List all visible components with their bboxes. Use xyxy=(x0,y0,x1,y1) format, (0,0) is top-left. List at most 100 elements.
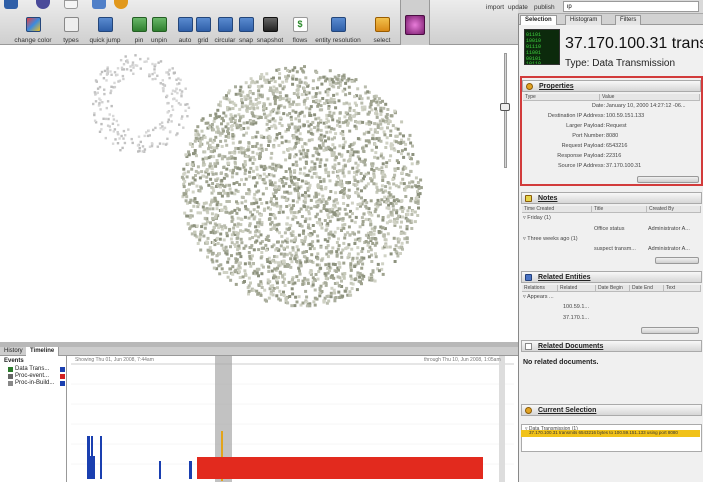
graph-node[interactable] xyxy=(311,154,315,158)
graph-node[interactable] xyxy=(235,211,239,215)
graph-node[interactable] xyxy=(336,281,339,285)
graph-node[interactable] xyxy=(369,248,373,252)
graph-node[interactable] xyxy=(248,175,252,179)
graph-node[interactable] xyxy=(381,262,385,266)
graph-node[interactable] xyxy=(308,234,312,238)
graph-node[interactable] xyxy=(285,98,289,102)
graph-node[interactable] xyxy=(233,208,237,212)
graph-node[interactable] xyxy=(344,111,348,115)
graph-node[interactable] xyxy=(317,270,321,274)
graph-node[interactable] xyxy=(275,90,279,94)
graph-node[interactable] xyxy=(325,130,329,134)
graph-node[interactable] xyxy=(282,176,286,180)
graph-node[interactable] xyxy=(350,277,354,281)
graph-node[interactable] xyxy=(315,147,319,151)
graph-node[interactable] xyxy=(137,150,140,153)
graph-node[interactable] xyxy=(198,144,202,148)
graph-node[interactable] xyxy=(119,149,122,152)
graph-node[interactable] xyxy=(367,249,370,253)
graph-node[interactable] xyxy=(168,76,171,80)
graph-node[interactable] xyxy=(324,139,327,143)
graph-node[interactable] xyxy=(334,191,338,195)
graph-node[interactable] xyxy=(234,188,238,192)
graph-node[interactable] xyxy=(345,212,349,216)
graph-node[interactable] xyxy=(353,242,357,245)
graph-node[interactable] xyxy=(156,74,159,77)
graph-node[interactable] xyxy=(330,215,334,219)
graph-node[interactable] xyxy=(234,92,238,96)
graph-node[interactable] xyxy=(280,195,284,199)
graph-node[interactable] xyxy=(404,195,408,198)
graph-node[interactable] xyxy=(348,129,352,133)
graph-node[interactable] xyxy=(195,184,199,188)
graph-node[interactable] xyxy=(199,248,203,252)
graph-node[interactable] xyxy=(278,289,282,293)
graph-node[interactable] xyxy=(260,84,264,88)
properties-scroll-button[interactable] xyxy=(637,176,699,183)
graph-node[interactable] xyxy=(332,234,336,238)
graph-node[interactable] xyxy=(203,226,207,230)
graph-node[interactable] xyxy=(228,227,232,231)
graph-node[interactable] xyxy=(230,128,234,132)
notes-group-friday[interactable]: ▿ Friday (1) xyxy=(523,215,551,221)
graph-node[interactable] xyxy=(200,137,204,141)
graph-node[interactable] xyxy=(326,239,330,243)
graph-node[interactable] xyxy=(399,181,403,185)
graph-node[interactable] xyxy=(258,176,261,180)
graph-node[interactable] xyxy=(203,216,207,220)
graph-node[interactable] xyxy=(244,273,248,277)
graph-node[interactable] xyxy=(278,116,282,120)
graph-node[interactable] xyxy=(94,79,98,82)
graph-node[interactable] xyxy=(367,255,371,259)
graph-node[interactable] xyxy=(360,179,364,183)
graph-node[interactable] xyxy=(379,122,383,126)
graph-node[interactable] xyxy=(275,294,279,298)
graph-node[interactable] xyxy=(308,138,312,142)
graph-node[interactable] xyxy=(201,205,205,209)
graph-node[interactable] xyxy=(234,245,237,248)
graph-node[interactable] xyxy=(217,103,221,107)
graph-node[interactable] xyxy=(131,63,134,67)
graph-node[interactable] xyxy=(248,170,252,174)
graph-node[interactable] xyxy=(359,258,363,262)
graph-node[interactable] xyxy=(202,234,206,238)
graph-node[interactable] xyxy=(332,93,336,97)
graph-node[interactable] xyxy=(293,187,297,191)
graph-node[interactable] xyxy=(376,130,379,134)
graph-node[interactable] xyxy=(230,219,234,223)
graph-node[interactable] xyxy=(212,241,215,244)
graph-node[interactable] xyxy=(250,202,254,206)
graph-node[interactable] xyxy=(232,226,236,230)
graph-node[interactable] xyxy=(157,61,160,64)
graph-node[interactable] xyxy=(251,92,255,96)
tab-timeline[interactable]: Timeline xyxy=(26,347,60,356)
graph-node[interactable] xyxy=(170,114,173,117)
graph-node[interactable] xyxy=(255,102,258,106)
graph-node[interactable] xyxy=(249,77,253,81)
graph-node[interactable] xyxy=(402,155,406,159)
graph-node[interactable] xyxy=(234,103,238,107)
graph-node[interactable] xyxy=(280,234,284,238)
graph-node[interactable] xyxy=(342,261,346,265)
graph-node[interactable] xyxy=(341,217,345,221)
graph-node[interactable] xyxy=(400,152,403,156)
graph-node[interactable] xyxy=(180,175,184,179)
graph-node[interactable] xyxy=(208,207,212,211)
graph-node[interactable] xyxy=(192,224,196,228)
graph-node[interactable] xyxy=(413,220,417,224)
graph-node[interactable] xyxy=(370,260,374,263)
graph-node[interactable] xyxy=(239,255,243,259)
graph-node[interactable] xyxy=(271,289,275,293)
graph-node[interactable] xyxy=(159,60,163,63)
graph-node[interactable] xyxy=(257,291,261,295)
graph-node[interactable] xyxy=(362,160,366,164)
graph-node[interactable] xyxy=(372,95,376,99)
graph-node[interactable] xyxy=(231,133,235,136)
graph-node[interactable] xyxy=(334,132,338,136)
graph-node[interactable] xyxy=(308,114,312,117)
graph-node[interactable] xyxy=(349,266,353,269)
graph-node[interactable] xyxy=(251,262,255,266)
graph-node[interactable] xyxy=(295,103,299,107)
graph-node[interactable] xyxy=(289,170,293,174)
graph-node[interactable] xyxy=(205,169,209,172)
